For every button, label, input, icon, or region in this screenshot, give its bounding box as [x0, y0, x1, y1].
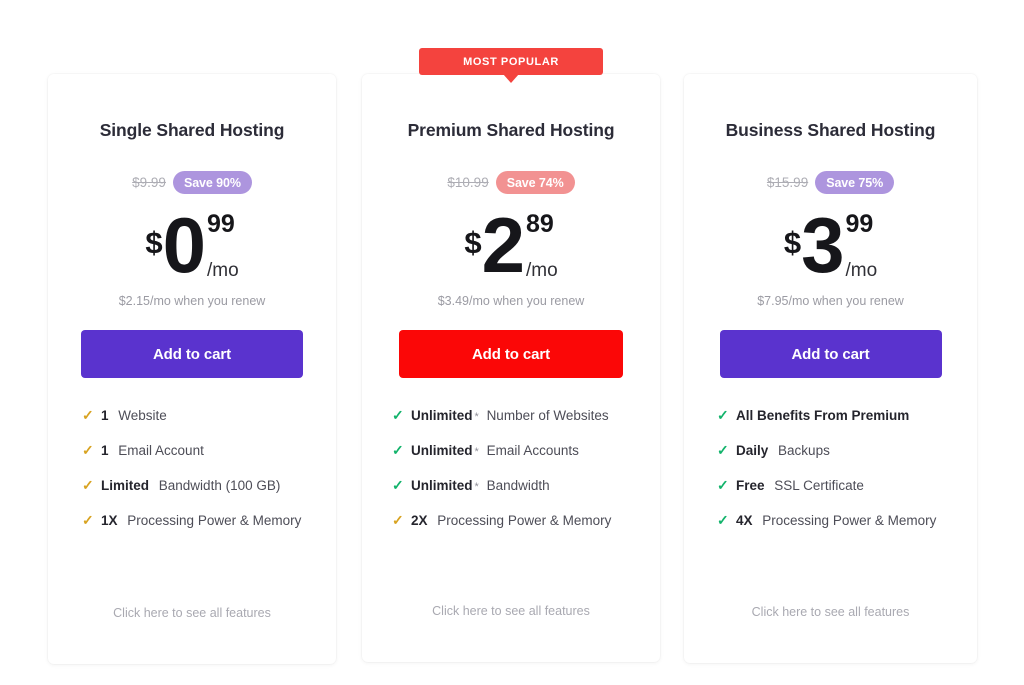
price-fraction-block: 99 /mo [207, 210, 239, 282]
list-item: ✓ Limited Bandwidth (100 GB) [82, 478, 336, 493]
list-item: ✓ Unlimited * Email Accounts [392, 443, 660, 458]
plan-title: Premium Shared Hosting [407, 120, 615, 140]
see-all-features-link[interactable]: Click here to see all features [362, 604, 660, 618]
price-period: /mo [206, 260, 239, 281]
feature-highlight: 4X [736, 513, 753, 528]
feature-highlight: Daily [736, 443, 769, 458]
price-cents: 89 [525, 210, 554, 238]
old-price: $10.99 [447, 175, 489, 190]
list-item: ✓ Daily Backups [717, 443, 977, 458]
feature-text: Bandwidth (100 GB) [158, 478, 281, 493]
check-icon: ✓ [392, 512, 404, 528]
feature-asterisk: * [474, 411, 479, 423]
most-popular-label: MOST POPULAR [463, 55, 559, 68]
price-period: /mo [525, 260, 558, 281]
add-to-cart-button[interactable]: Add to cart [719, 330, 942, 378]
see-all-features-link[interactable]: Click here to see all features [684, 605, 977, 619]
feature-asterisk: * [474, 446, 479, 458]
list-item: ✓ Unlimited * Bandwidth [392, 478, 660, 493]
currency-symbol: $ [464, 225, 482, 260]
pricing-table: MOST POPULAR Single Shared Hosting $9.99… [0, 0, 1024, 685]
feature-highlight: Free [736, 478, 765, 493]
price-integer: 0 [162, 201, 206, 290]
list-item: ✓ 2X Processing Power & Memory [392, 513, 660, 528]
feature-highlight: All Benefits From Premium [736, 408, 910, 423]
price-integer: 3 [801, 201, 844, 290]
check-icon: ✓ [392, 442, 404, 458]
list-item: ✓ 1 Email Account [82, 443, 336, 458]
price-fraction-block: 89 /mo [526, 210, 558, 282]
feature-asterisk: * [474, 481, 479, 493]
renew-note: $7.95/mo when you renew [757, 294, 904, 308]
renew-note: $2.15/mo when you renew [118, 294, 266, 308]
feature-list: ✓ Unlimited * Number of Websites ✓ Unlimi… [362, 408, 660, 528]
plan-title: Business Shared Hosting [725, 120, 936, 140]
feature-highlight: 1 [101, 408, 109, 423]
feature-text: SSL Certificate [774, 478, 864, 493]
feature-text: Backups [778, 443, 830, 458]
feature-text: Bandwidth [486, 478, 550, 493]
price-cents: 99 [845, 210, 874, 238]
check-icon: ✓ [717, 512, 729, 528]
feature-list: ✓ 1 Website ✓ 1 Email Account ✓ Limited … [48, 408, 336, 528]
price-period: /mo [845, 260, 878, 281]
pricing-card-single-shared-hosting[interactable]: Single Shared Hosting $9.99 Save 90% $ 0… [48, 74, 336, 664]
check-icon: ✓ [82, 477, 94, 493]
currency-symbol: $ [145, 225, 163, 260]
feature-text: Website [118, 408, 167, 423]
discount-row: $15.99 Save 75% [684, 171, 977, 194]
save-badge: Save 90% [172, 171, 252, 194]
feature-text: Processing Power & Memory [127, 513, 302, 528]
feature-highlight: Unlimited [411, 478, 473, 493]
check-icon: ✓ [392, 477, 404, 493]
renew-note: $3.49/mo when you renew [437, 294, 585, 308]
save-badge: Save 74% [495, 171, 575, 194]
list-item: ✓ All Benefits From Premium [717, 408, 977, 423]
feature-text: Number of Websites [486, 408, 609, 423]
check-icon: ✓ [82, 512, 94, 528]
feature-text: Processing Power & Memory [437, 513, 612, 528]
discount-row: $9.99 Save 90% [48, 171, 336, 194]
add-to-cart-button[interactable]: Add to cart [399, 330, 623, 378]
check-icon: ✓ [717, 477, 729, 493]
feature-highlight: Unlimited [411, 443, 473, 458]
feature-text: Email Account [118, 443, 204, 458]
feature-list: ✓ All Benefits From Premium ✓ Daily Back… [684, 408, 977, 528]
check-icon: ✓ [717, 407, 729, 423]
save-badge: Save 75% [815, 171, 895, 194]
price-integer: 2 [481, 201, 525, 290]
check-icon: ✓ [82, 442, 94, 458]
list-item: ✓ Free SSL Certificate [717, 478, 977, 493]
check-icon: ✓ [717, 442, 729, 458]
list-item: ✓ 1 Website [82, 408, 336, 423]
discount-row: $10.99 Save 74% [362, 171, 660, 194]
feature-highlight: 2X [411, 513, 428, 528]
pricing-card-premium-shared-hosting[interactable]: Premium Shared Hosting $10.99 Save 74% $… [362, 74, 660, 662]
price-display: $ 2 89 /mo [362, 201, 660, 290]
feature-text: Email Accounts [486, 443, 579, 458]
check-icon: ✓ [392, 407, 404, 423]
add-to-cart-button[interactable]: Add to cart [81, 330, 303, 378]
check-icon: ✓ [82, 407, 94, 423]
list-item: ✓ 4X Processing Power & Memory [717, 513, 977, 528]
price-fraction-block: 99 /mo [845, 210, 877, 282]
feature-highlight: 1X [101, 513, 118, 528]
feature-text: Processing Power & Memory [762, 513, 937, 528]
price-cents: 99 [206, 210, 235, 238]
feature-highlight: 1 [101, 443, 109, 458]
pricing-card-business-shared-hosting[interactable]: Business Shared Hosting $15.99 Save 75% … [684, 74, 977, 663]
most-popular-badge: MOST POPULAR [419, 48, 603, 75]
currency-symbol: $ [783, 225, 802, 260]
feature-highlight: Unlimited [411, 408, 473, 423]
list-item: ✓ Unlimited * Number of Websites [392, 408, 660, 423]
old-price: $15.99 [766, 175, 809, 190]
old-price: $9.99 [132, 175, 166, 190]
price-display: $ 3 99 /mo [684, 201, 977, 290]
plan-title: Single Shared Hosting [99, 120, 285, 140]
see-all-features-link[interactable]: Click here to see all features [48, 606, 336, 620]
feature-highlight: Limited [101, 478, 150, 493]
list-item: ✓ 1X Processing Power & Memory [82, 513, 336, 528]
price-display: $ 0 99 /mo [48, 201, 336, 290]
